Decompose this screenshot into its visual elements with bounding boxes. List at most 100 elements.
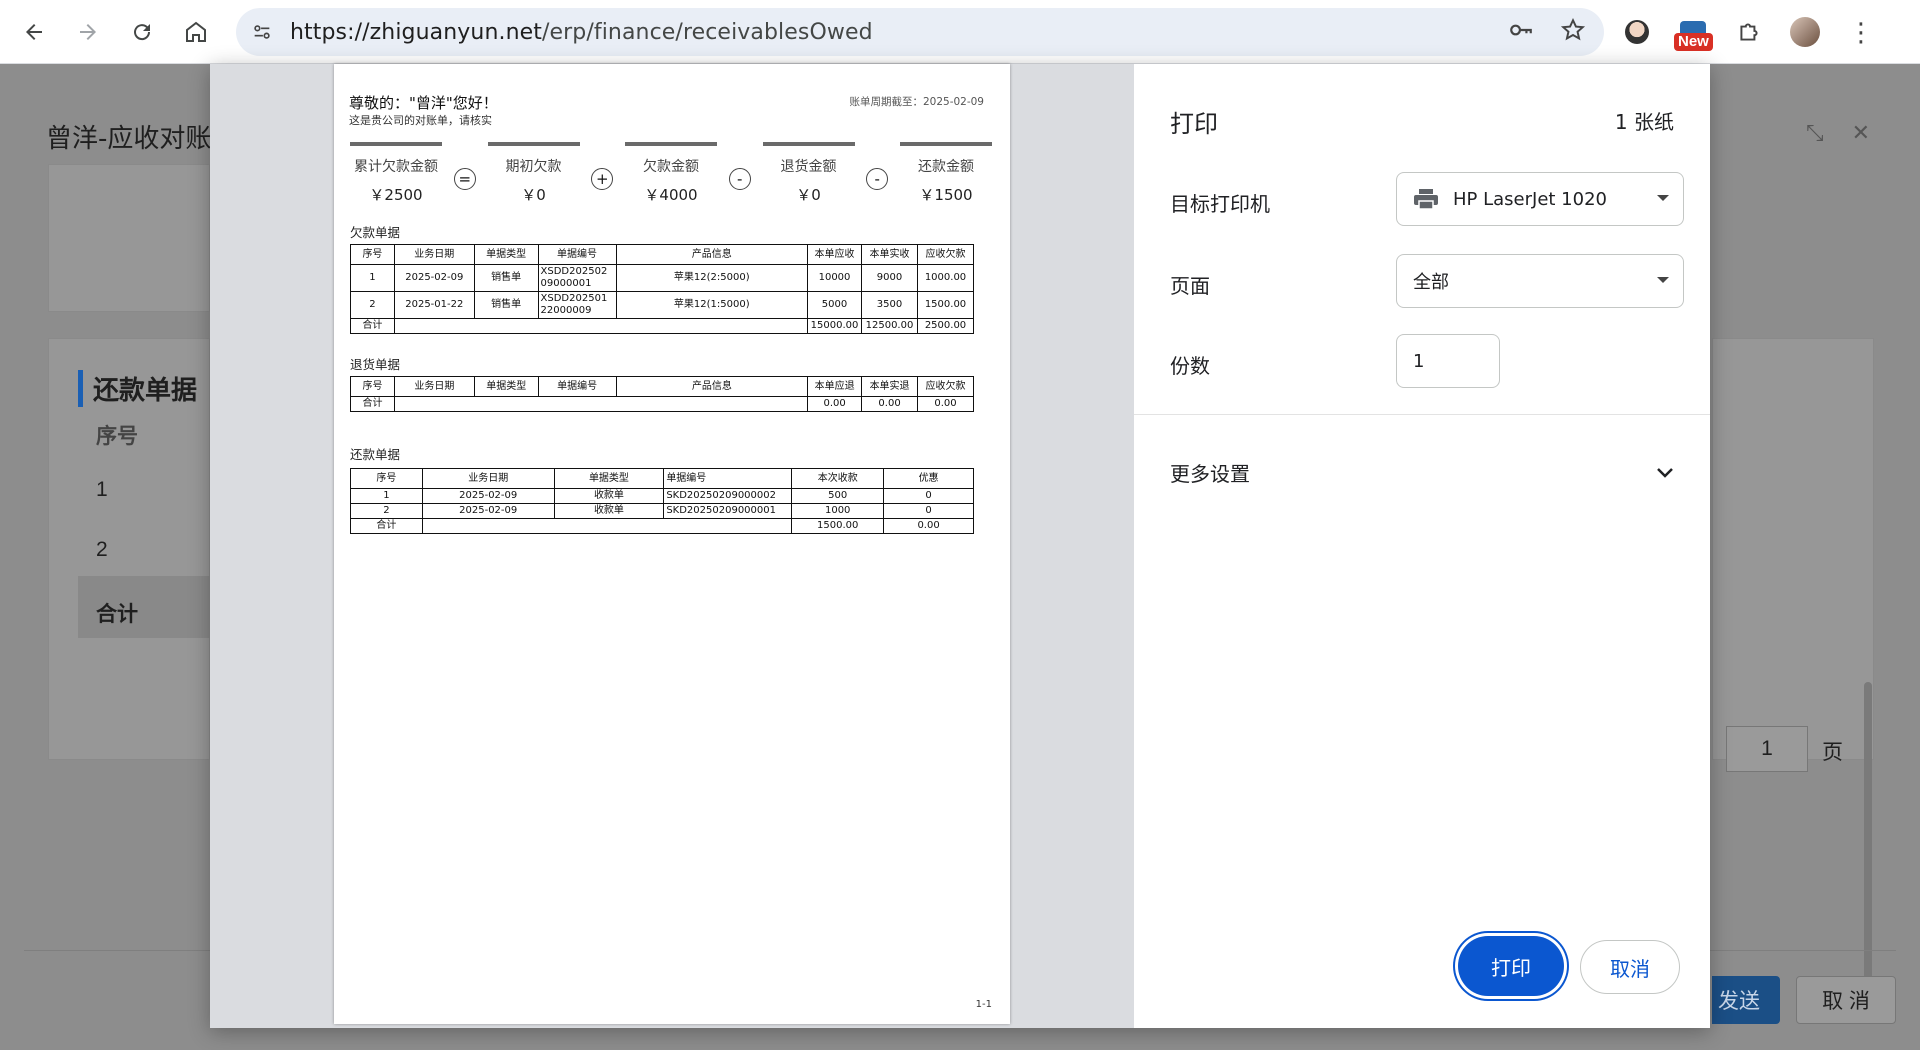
more-settings-label: 更多设置 [1170,462,1250,486]
table-cell: 2 [350,503,423,519]
table-cell: 收款单 [553,503,665,519]
background-card [48,164,210,312]
summary-label: 退货金额 [780,159,837,175]
reload-button[interactable] [122,12,162,52]
table-header: 优惠 [883,468,974,489]
background-scrollbar[interactable] [1864,682,1872,984]
more-settings-toggle[interactable]: 更多设置 [1170,458,1674,487]
close-icon[interactable]: ✕ [1852,120,1870,146]
table-cell: 2500.00 [916,318,975,334]
browser-toolbar: https://zhiguanyun.net/erp/finance/recei… [0,0,1920,64]
statement-greeting: 尊敬的："曾洋"您好！ [349,94,498,112]
table-header: 单据编号 [537,244,617,265]
table-cell: 2 [350,291,395,319]
table-header: 业务日期 [393,376,475,397]
table-cell: 0.00 [883,518,974,534]
table-cell [421,518,793,534]
table-row: 2 2025-01-22 销售单 XSDD202501 22000009 苹果1… [350,291,975,319]
table-total-row: 合计 1500.00 0.00 [350,518,974,534]
table-cell: 1 [350,488,423,504]
table-cell: 10000 [807,264,862,292]
summary-label: 期初欠款 [505,159,562,175]
address-bar[interactable]: https://zhiguanyun.net/erp/finance/recei… [236,8,1604,56]
background-pager-input[interactable]: 1 [1726,726,1808,772]
printer-icon [1414,189,1438,210]
new-badge: New [1674,33,1713,51]
bookmark-star-icon[interactable] [1560,17,1586,48]
debt-table: 序号 业务日期 单据类型 单据编号 产品信息 本单应收 本单实收 应收欠款 1 … [350,244,975,334]
sheet-count: 1 张纸 [1614,110,1674,134]
summary-item: 累计欠款金额 ￥2500 [350,142,442,205]
copies-input[interactable]: 1 [1396,334,1500,388]
table-header: 单据类型 [473,376,539,397]
print-settings-panel: 打印 1 张纸 目标打印机 HP LaserJet 1020 页面 全部 份数 … [1134,64,1710,1028]
table-cell: 苹果12(2:5000) [615,264,809,292]
pages-label: 页面 [1170,274,1210,298]
summary-label: 还款金额 [918,159,974,175]
table-cell: 0.00 [807,396,863,412]
table-cell: 5000 [807,291,862,319]
table-header: 单据类型 [553,468,665,489]
cancel-button[interactable]: 取消 [1580,940,1680,994]
background-send-button[interactable]: 发送 [1712,976,1780,1024]
table-cell: 0.00 [917,396,974,412]
pages-value: 全部 [1413,272,1449,293]
browser-menu-icon[interactable]: ⋮ [1844,15,1878,49]
print-dialog: 尊敬的："曾洋"您好！ 这是贵公司的对账单，请核实 账单周期截至：2025-02… [210,64,1710,1028]
background-row: 合计 [96,603,138,626]
key-icon[interactable] [1508,17,1534,48]
background-col-header: 序号 [96,424,138,448]
home-button[interactable] [176,12,216,52]
url-host: https://zhiguanyun.net [290,19,542,45]
table-header-row: 序号 业务日期 单据类型 单据编号 产品信息 本单应退 本单实退 应收欠款 [350,376,974,397]
extension-new-icon[interactable]: New [1674,15,1713,51]
background-cancel-button[interactable]: 取 消 [1796,976,1896,1024]
extensions-puzzle-icon[interactable] [1732,15,1766,49]
print-preview[interactable]: 尊敬的："曾洋"您好！ 这是贵公司的对账单，请核实 账单周期截至：2025-02… [210,64,1134,1028]
table-cell: SKD20250209000001 [663,503,793,519]
table-cell: 1500.00 [791,518,885,534]
summary-item: 退货金额 ￥0 [762,142,855,205]
table-cell: 1500.00 [916,291,975,319]
summary-item: 期初欠款 ￥0 [487,142,580,205]
table-cell: XSDD202502 09000001 [537,264,617,292]
debt-section-title: 欠款单据 [350,225,401,240]
table-header: 业务日期 [393,244,475,265]
statement-summary: 累计欠款金额 ￥2500 = 期初欠款 ￥0 + 欠款金额 ￥4000 - 退货… [350,142,992,204]
table-cell: 12500.00 [861,318,918,334]
back-arrow-icon [26,23,42,40]
table-header: 本单应退 [807,376,863,397]
background-page-title: 曾洋-应收对账单 [46,124,238,154]
back-button[interactable] [14,12,54,52]
table-cell: 0.00 [861,396,919,412]
table-cell: 2025-02-09 [393,264,475,292]
chevron-down-icon [1657,467,1673,478]
pages-select[interactable]: 全部 [1396,254,1684,308]
background-section-title: 还款单据 [78,370,197,407]
table-cell [393,396,809,412]
return-table: 序号 业务日期 单据类型 单据编号 产品信息 本单应退 本单实退 应收欠款 合计… [350,376,974,412]
table-cell [393,318,809,334]
url-text[interactable]: https://zhiguanyun.net/erp/finance/recei… [290,20,873,45]
table-row: 1 2025-02-09 销售单 XSDD202502 09000001 苹果1… [350,264,975,292]
print-button[interactable]: 打印 [1458,936,1564,996]
collapse-icon[interactable]: ⤡ [1806,120,1824,146]
table-header-row: 序号 业务日期 单据类型 单据编号 本次收款 优惠 [350,468,974,489]
forward-button[interactable] [68,12,108,52]
summary-item: 还款金额 ￥1500 [900,142,992,205]
background-row: 2 [96,538,108,561]
extension-profile-icon[interactable] [1620,15,1654,49]
profile-avatar[interactable] [1788,15,1822,49]
preview-page: 尊敬的："曾洋"您好！ 这是贵公司的对账单，请核实 账单周期截至：2025-02… [334,64,1010,1024]
summary-value: ￥2500 [369,186,423,204]
table-cell: SKD20250209000002 [663,488,793,504]
table-cell: 合计 [350,518,423,534]
site-info-icon[interactable] [244,14,280,50]
table-cell: 1 [350,264,395,292]
forward-arrow-icon [80,23,96,40]
table-header: 单据类型 [473,244,539,265]
printer-select[interactable]: HP LaserJet 1020 [1396,172,1684,226]
equals-operator: = [453,168,476,190]
background-card [1712,338,1874,760]
table-cell: 苹果12(1:5000) [615,291,809,319]
